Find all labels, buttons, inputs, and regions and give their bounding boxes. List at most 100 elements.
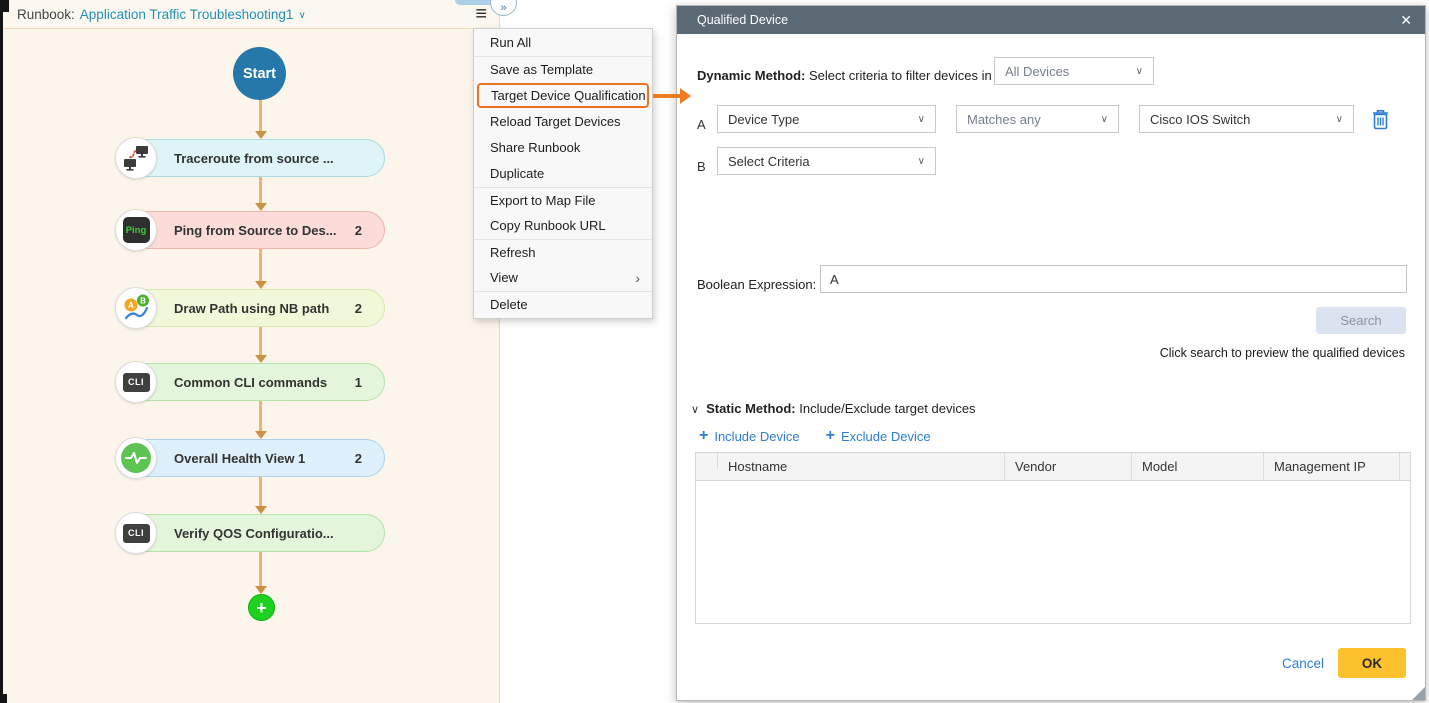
step-label: Traceroute from source ... [174, 151, 334, 166]
svg-text:A: A [128, 300, 134, 310]
step-count: 2 [355, 223, 362, 238]
flow-step-draw-path[interactable]: A B Draw Path using NB path 2 [117, 289, 385, 327]
step-label: Verify QOS Configuratio... [174, 526, 334, 541]
double-chevron-icon: » [500, 2, 506, 14]
device-links-row: + Include Device + Exclude Device [699, 427, 931, 445]
window-edge-top [0, 0, 9, 12]
delete-condition-button[interactable] [1371, 108, 1391, 130]
chevron-down-icon: ∨ [910, 156, 925, 167]
device-table: Hostname Vendor Model Management IP [695, 452, 1411, 624]
criteria-b-select[interactable]: Select Criteria ∨ [717, 147, 936, 175]
include-device-label: Include Device [714, 429, 799, 444]
menu-item-view[interactable]: View › [474, 265, 652, 291]
exclude-device-button[interactable]: + Exclude Device [826, 427, 931, 445]
column-header-model[interactable]: Model [1132, 453, 1264, 480]
chevron-down-icon: ∨ [1328, 114, 1343, 125]
step-count: 2 [355, 451, 362, 466]
step-count: 2 [355, 301, 362, 316]
condition-a-letter: A [697, 117, 706, 132]
plus-icon: + [699, 427, 708, 445]
column-header-end-spacer [1400, 453, 1410, 480]
menu-item-copy-runbook-url[interactable]: Copy Runbook URL [474, 213, 652, 239]
static-method-header: ∨Static Method: Include/Exclude target d… [691, 401, 976, 416]
include-device-button[interactable]: + Include Device [699, 427, 800, 445]
column-header-hostname[interactable]: Hostname [718, 453, 1005, 480]
runbook-title[interactable]: Application Traffic Troubleshooting1 [80, 7, 294, 22]
cli-icon-text: CLI [128, 377, 144, 387]
ping-icon: Ping [115, 209, 157, 251]
exclude-device-label: Exclude Device [841, 429, 931, 444]
flow-step-ping[interactable]: Ping Ping from Source to Des... 2 [117, 211, 385, 249]
dynamic-method-label: Dynamic Method: Select criteria to filte… [697, 68, 992, 83]
menu-item-export-to-map-file[interactable]: Export to Map File [474, 187, 652, 213]
static-method-text: Include/Exclude target devices [796, 401, 976, 416]
cancel-button[interactable]: Cancel [1282, 656, 1324, 671]
submenu-chevron-icon: › [635, 265, 640, 291]
start-label: Start [243, 66, 276, 82]
flow-step-verify-qos[interactable]: CLI Verify QOS Configuratio... [117, 514, 385, 552]
dynamic-method-text: Select criteria to filter devices in [805, 68, 991, 83]
menu-item-duplicate[interactable]: Duplicate [474, 161, 652, 187]
qualified-device-dialog: Qualified Device ✕ Dynamic Method: Selec… [676, 5, 1426, 701]
flow-arrow [253, 177, 268, 211]
value-a-select[interactable]: Cisco IOS Switch ∨ [1139, 105, 1354, 133]
search-hint-text: Click search to preview the qualified de… [1160, 346, 1405, 360]
device-table-header: Hostname Vendor Model Management IP [696, 453, 1410, 481]
column-header-vendor[interactable]: Vendor [1005, 453, 1132, 480]
resize-handle[interactable] [1412, 687, 1425, 700]
step-label: Ping from Source to Des... [174, 223, 337, 238]
window-edge-bottom [0, 694, 7, 703]
device-scope-value: All Devices [1005, 64, 1069, 79]
flow-start-node[interactable]: Start [233, 47, 286, 100]
step-label: Common CLI commands [174, 375, 327, 390]
menu-item-refresh[interactable]: Refresh [474, 239, 652, 265]
criteria-a-value: Device Type [728, 112, 799, 127]
chevron-down-icon: ∨ [910, 114, 925, 125]
add-step-button[interactable]: + [248, 594, 275, 621]
search-button[interactable]: Search [1316, 307, 1406, 334]
traceroute-icon [115, 137, 157, 179]
ok-button[interactable]: OK [1338, 648, 1406, 678]
chevron-down-icon[interactable]: ∨ [298, 10, 305, 21]
menu-item-target-device-qualification[interactable]: Target Device Qualification [477, 83, 649, 108]
window-edge [0, 0, 3, 703]
plus-icon: + [826, 427, 835, 445]
runbook-label: Runbook: [17, 7, 75, 22]
ping-icon-text: Ping [126, 225, 147, 236]
runbook-context-menu: Run All Save as Template Target Device Q… [473, 28, 653, 319]
flow-step-common-cli[interactable]: CLI Common CLI commands 1 [117, 363, 385, 401]
dialog-titlebar[interactable]: Qualified Device ✕ [677, 6, 1425, 34]
device-scope-select[interactable]: All Devices ∨ [994, 57, 1154, 85]
condition-b-letter: B [697, 159, 706, 174]
device-table-body [696, 481, 1410, 623]
boolean-expression-input[interactable] [820, 265, 1407, 293]
plus-icon: + [256, 599, 267, 617]
flow-step-health-view[interactable]: Overall Health View 1 2 [117, 439, 385, 477]
criteria-a-select[interactable]: Device Type ∨ [717, 105, 936, 133]
flow-arrow [253, 552, 268, 594]
flow-arrow [253, 401, 268, 439]
cli-icon: CLI [115, 512, 157, 554]
runbook-panel: » Runbook: Application Traffic Troublesh… [3, 0, 500, 703]
menu-item-share-runbook[interactable]: Share Runbook [474, 135, 652, 161]
chevron-down-icon: ∨ [1128, 66, 1143, 77]
menu-item-save-as-template[interactable]: Save as Template [474, 56, 652, 82]
operator-a-select[interactable]: Matches any ∨ [956, 105, 1119, 133]
collapse-chevron-icon[interactable]: ∨ [691, 404, 699, 416]
flow-arrow [253, 249, 268, 289]
draw-path-icon: A B [115, 287, 157, 329]
chevron-down-icon: ∨ [1093, 114, 1108, 125]
menu-item-delete[interactable]: Delete [474, 291, 652, 317]
boolean-expression-label: Boolean Expression: [697, 277, 816, 292]
menu-hamburger-icon[interactable]: ≡ [475, 4, 487, 24]
column-header-management-ip[interactable]: Management IP [1264, 453, 1400, 480]
menu-item-reload-target-devices[interactable]: Reload Target Devices [474, 109, 652, 135]
step-count: 1 [355, 375, 362, 390]
menu-item-run-all[interactable]: Run All [474, 30, 652, 56]
cli-icon: CLI [115, 361, 157, 403]
flow-arrow [253, 100, 268, 139]
dialog-title: Qualified Device [697, 13, 788, 27]
close-icon[interactable]: ✕ [1400, 12, 1412, 29]
flow-step-traceroute[interactable]: Traceroute from source ... [117, 139, 385, 177]
value-a-value: Cisco IOS Switch [1150, 112, 1250, 127]
